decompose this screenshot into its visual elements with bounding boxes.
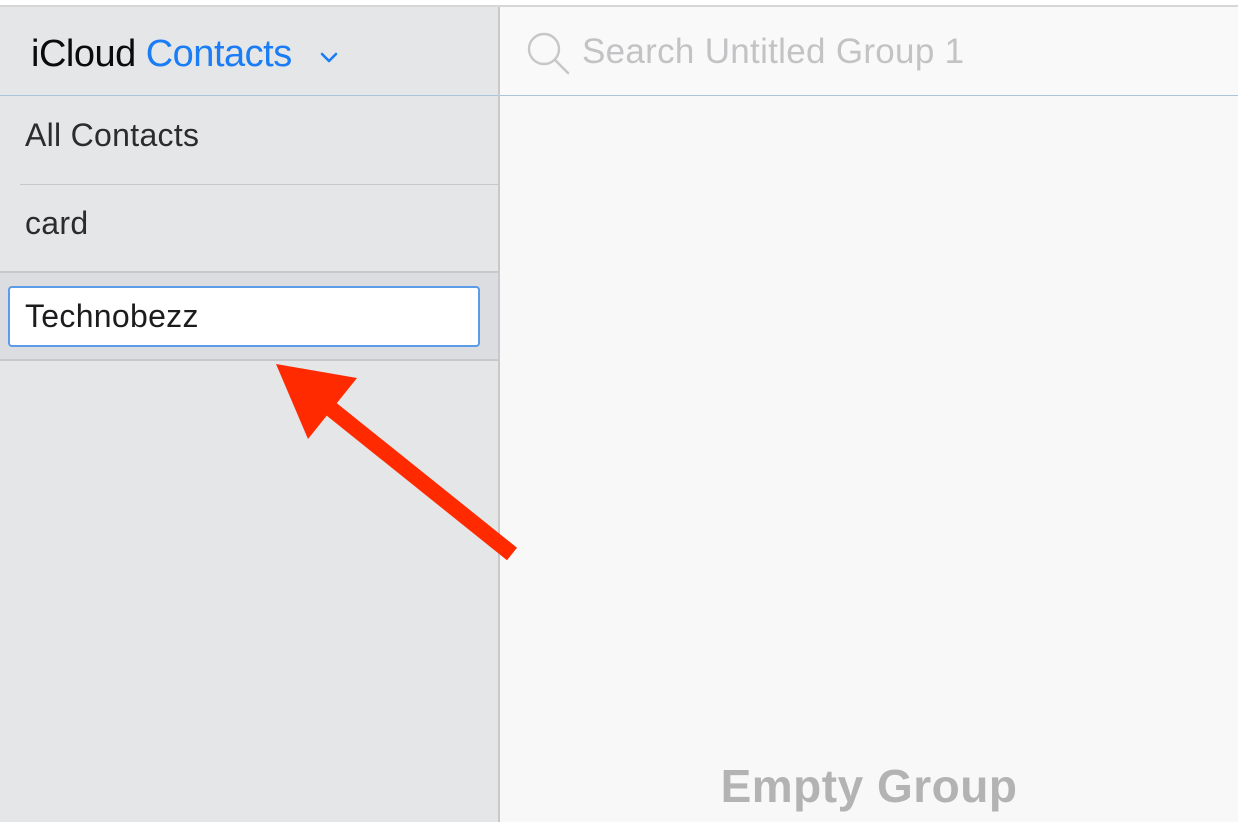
icloud-contacts-window: iCloud Contacts All Contacts card Techno… xyxy=(0,0,1238,822)
sidebar-divider xyxy=(0,359,498,361)
groups-sidebar: iCloud Contacts All Contacts card xyxy=(0,7,500,822)
app-switcher[interactable]: iCloud Contacts xyxy=(31,32,338,78)
sidebar-item-card[interactable]: card xyxy=(0,178,498,266)
brand-app-label: Contacts xyxy=(145,33,292,75)
chevron-down-icon[interactable] xyxy=(320,30,338,74)
brand-icloud-label: iCloud xyxy=(31,33,136,75)
search-bar xyxy=(500,7,1238,96)
search-input[interactable] xyxy=(582,27,1222,77)
search-icon xyxy=(526,31,572,77)
sidebar-item-all-contacts[interactable]: All Contacts xyxy=(0,90,498,178)
window-top-edge xyxy=(0,0,1238,7)
contacts-list-panel: Empty Group xyxy=(500,7,1238,822)
empty-state-label: Empty Group xyxy=(720,760,1018,812)
sidebar-header: iCloud Contacts xyxy=(0,7,498,96)
sidebar-item-label: card xyxy=(25,205,89,241)
sidebar-item-label: All Contacts xyxy=(25,117,200,153)
group-name-input[interactable] xyxy=(8,286,480,347)
